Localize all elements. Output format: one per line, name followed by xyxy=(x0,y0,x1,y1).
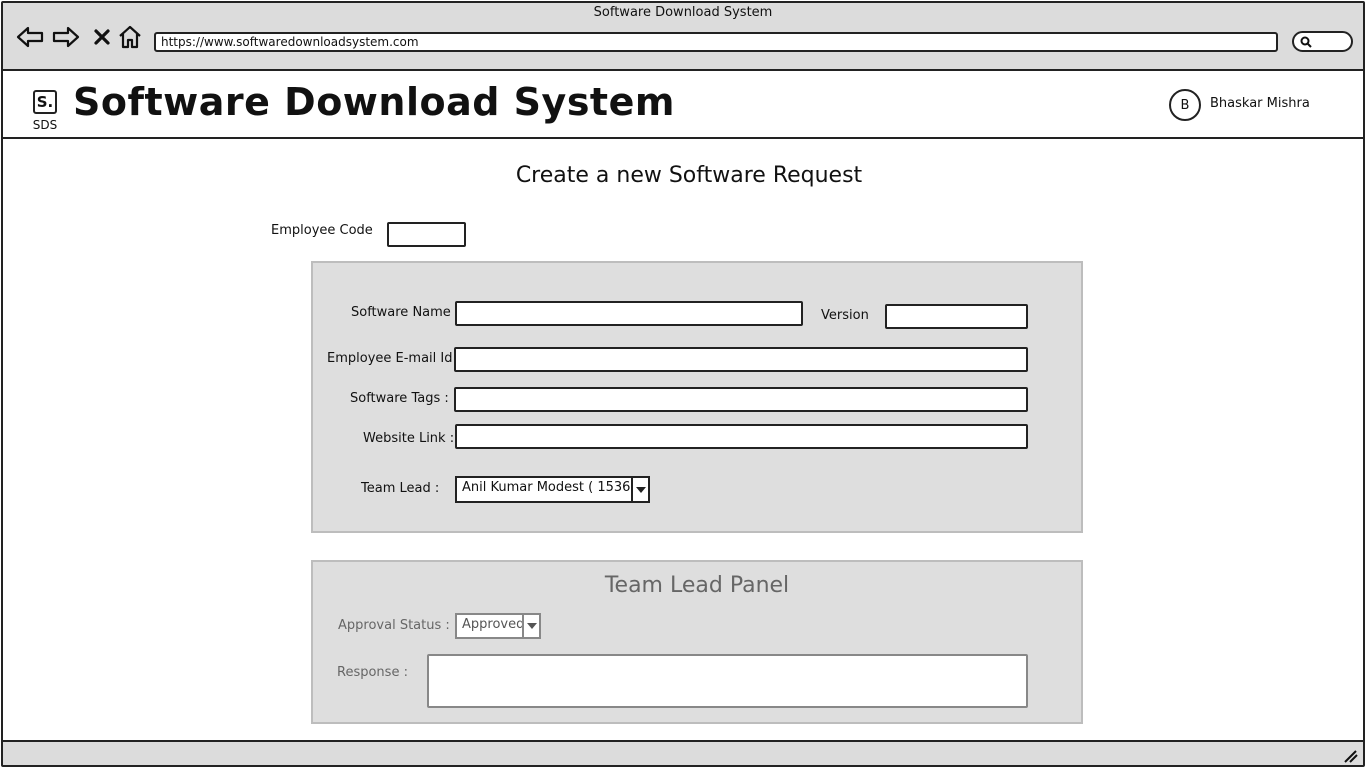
search-icon xyxy=(1300,36,1312,48)
employee-code-label: Employee Code xyxy=(271,223,373,238)
software-tags-label: Software Tags : xyxy=(350,391,449,406)
close-icon[interactable] xyxy=(87,22,117,52)
window-title: Software Download System xyxy=(593,5,773,20)
app-title: Software Download System xyxy=(73,80,675,124)
app-logo: S. xyxy=(33,90,57,114)
employee-code-input[interactable] xyxy=(387,222,466,247)
forward-icon[interactable] xyxy=(51,22,81,52)
software-name-input[interactable] xyxy=(455,301,803,326)
software-tags-input[interactable] xyxy=(454,387,1028,412)
approval-status-select[interactable]: Approved xyxy=(455,613,541,639)
email-input[interactable] xyxy=(454,347,1028,372)
chevron-down-icon[interactable] xyxy=(522,615,539,637)
app-logo-label: SDS xyxy=(32,118,58,132)
email-label: Employee E-mail Id : xyxy=(327,351,462,366)
page-title: Create a new Software Request xyxy=(515,163,863,188)
browser-search-field[interactable] xyxy=(1292,31,1353,52)
resize-grip-icon[interactable] xyxy=(1343,748,1359,767)
approval-status-label: Approval Status : xyxy=(338,618,450,633)
user-name[interactable]: Bhaskar Mishra xyxy=(1210,96,1310,111)
avatar[interactable]: B xyxy=(1169,89,1201,121)
chevron-down-icon[interactable] xyxy=(631,478,648,501)
response-textarea[interactable] xyxy=(427,654,1028,708)
website-link-label: Website Link : xyxy=(363,431,455,446)
version-label: Version xyxy=(821,308,869,323)
home-icon[interactable] xyxy=(115,22,145,52)
browser-status-bar xyxy=(3,740,1363,765)
website-link-input[interactable] xyxy=(455,424,1028,449)
team-lead-select[interactable]: Anil Kumar Modest ( 1536 ) xyxy=(455,476,650,503)
software-name-label: Software Name xyxy=(351,305,451,320)
team-lead-panel-title: Team Lead Panel xyxy=(604,573,790,598)
back-icon[interactable] xyxy=(15,22,45,52)
response-label: Response : xyxy=(337,665,408,680)
approval-status-value: Approved xyxy=(462,617,522,632)
team-lead-value: Anil Kumar Modest ( 1536 ) xyxy=(462,480,631,495)
team-lead-label: Team Lead : xyxy=(361,481,440,496)
version-input[interactable] xyxy=(885,304,1028,329)
url-bar[interactable]: https://www.softwaredownloadsystem.com xyxy=(154,32,1278,52)
